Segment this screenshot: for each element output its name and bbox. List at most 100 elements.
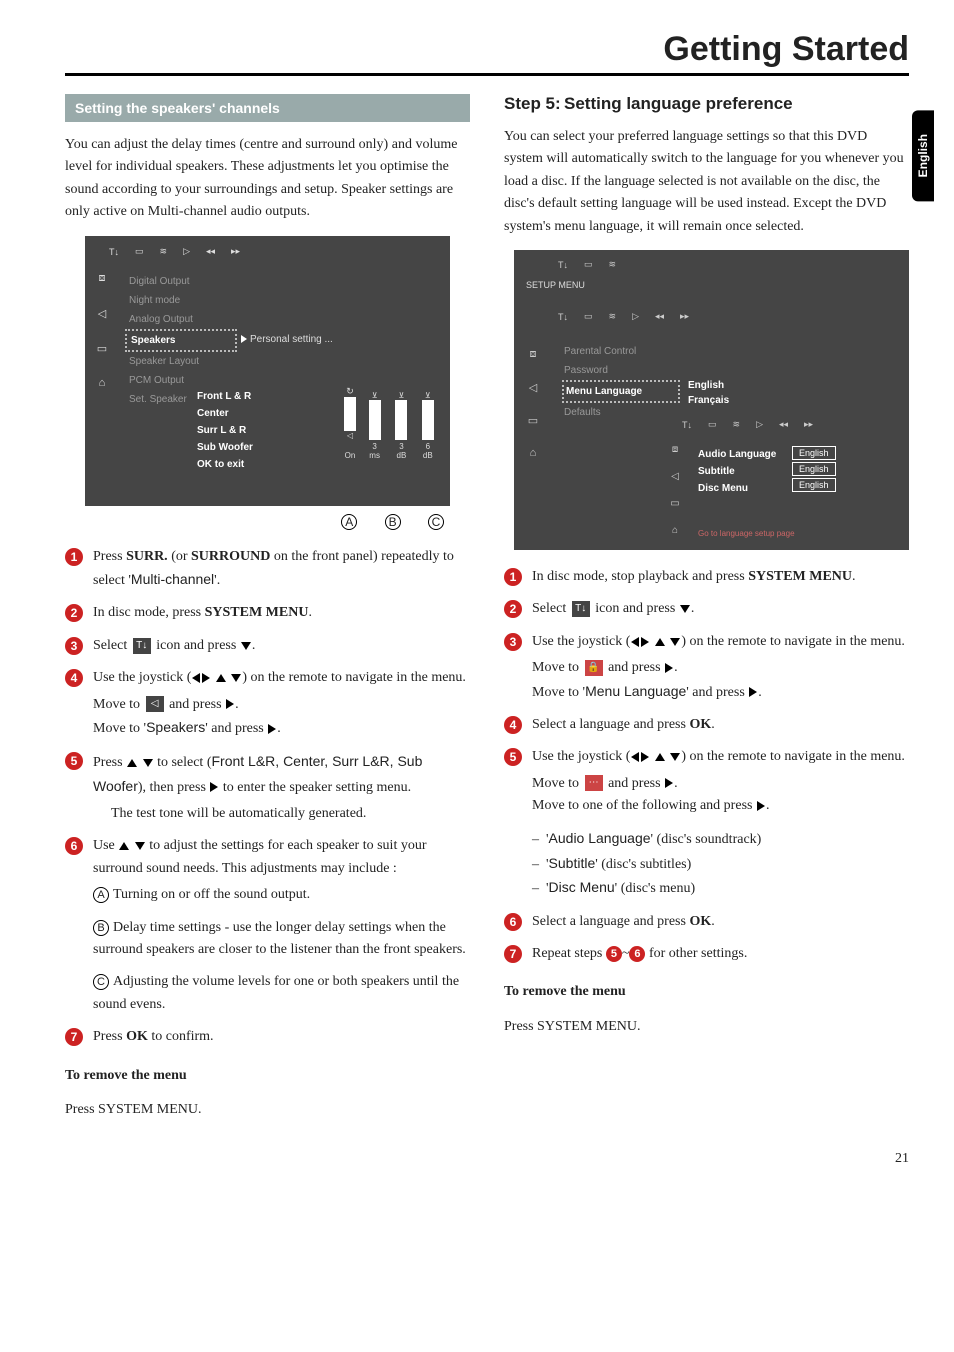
right-column: Step 5:Setting language preference You c… [504, 94, 909, 1133]
gauge-label: 6 dB [416, 442, 440, 460]
callout-letter: A [341, 514, 357, 530]
right-arrow-icon [202, 673, 210, 683]
submenu-item: OK to exit [197, 456, 253, 473]
callout-icon: A [93, 887, 109, 903]
down-arrow-icon [680, 605, 690, 613]
down-arrow-icon [231, 674, 241, 682]
right-arrow-icon [210, 782, 218, 792]
figure-right-label: Personal setting ... [241, 334, 333, 345]
remove-menu-heading: To remove the menu [504, 981, 909, 1003]
figure-submenu: Front L & R Center Surr L & R Sub Woofer… [197, 388, 253, 473]
right-arrow-icon [226, 699, 234, 709]
page-number: 21 [65, 1151, 909, 1167]
right-arrow-icon [665, 778, 673, 788]
right-arrow-icon [641, 752, 649, 762]
subtitle-icon: ⋯ [585, 775, 603, 791]
figure-sidebar: ⧈◁▭⌂ [524, 348, 542, 459]
right-arrow-icon [641, 637, 649, 647]
chapter-title: Getting Started [65, 30, 909, 76]
toolbar-screen-icon: ▭ [135, 246, 144, 257]
step-item: In disc mode, stop playback and press SY… [504, 566, 909, 588]
down-arrow-icon [670, 753, 680, 761]
menu-item: Speaker Layout [125, 352, 237, 371]
tool-icon: T↓ [133, 638, 151, 654]
figure-toolbar: T↓▭≋ [558, 258, 616, 272]
left-arrow-icon [192, 673, 200, 683]
toolbar-play-icon: ▷ [183, 246, 190, 257]
sidebar-speaker-icon: ◁ [98, 307, 106, 320]
menu-item-selected: Menu Language [562, 380, 680, 403]
step-note: The test tone will be automatically gene… [111, 803, 470, 825]
step-item: Use the joystick ( ) on the remote to na… [504, 746, 909, 900]
step-item: Select T↓ icon and press . [504, 598, 909, 620]
submenu-item: Front L & R [197, 388, 253, 405]
remove-menu-body: Press SYSTEM MENU. [504, 1016, 909, 1038]
step-item: Press to select (Front L&R, Center, Surr… [65, 750, 470, 825]
down-arrow-icon [241, 642, 251, 650]
figure-toolbar: T↓ ▭ ≋ ▷ ◂◂ ▸▸ [109, 244, 442, 260]
intro-paragraph: You can adjust the delay times (centre a… [65, 134, 470, 224]
figure-sidebar: ⧈◁▭⌂ [668, 444, 682, 536]
sidebar-subtitle-icon: ▭ [97, 342, 107, 355]
menu-item: Digital Output [125, 272, 237, 291]
section-heading: Setting the speakers' channels [65, 94, 470, 122]
lang-value: English [792, 478, 836, 492]
figure-lang-list: Audio Language Subtitle Disc Menu [698, 446, 776, 497]
up-arrow-icon [127, 759, 137, 767]
figure-menu: Parental Control Password Menu Language … [562, 342, 680, 422]
language-tab: English [912, 110, 934, 201]
step-item: Select a language and press OK. [504, 714, 909, 736]
sidebar-home-icon: ⌂ [99, 377, 106, 389]
menu-item: Defaults [562, 403, 680, 422]
toolbar-sound-icon: ≋ [160, 246, 168, 257]
gauge-label: 3 ms [362, 442, 387, 460]
callout-letter: C [428, 514, 444, 530]
submenu-item: Surr L & R [197, 422, 253, 439]
left-column: Setting the speakers' channels You can a… [65, 94, 470, 1133]
toolbar-fwd-icon: ▸▸ [231, 246, 240, 257]
up-arrow-icon [216, 674, 226, 682]
submenu-item: Center [197, 405, 253, 422]
figure-lang-values: English English English [792, 446, 836, 494]
menu-item: Password [562, 361, 680, 380]
option-item: English [688, 378, 729, 393]
up-arrow-icon [119, 842, 129, 850]
step-item: In disc mode, press SYSTEM MENU. [65, 602, 470, 624]
lang-list-item: Subtitle [698, 463, 776, 480]
setup-label: SETUP MENU [526, 280, 585, 290]
sidebar-person-icon: ⧈ [99, 272, 106, 285]
gauge-label: 3 dB [389, 442, 413, 460]
down-arrow-icon [143, 759, 153, 767]
step-item: Press OK to confirm. [65, 1026, 470, 1048]
submenu-item: Sub Woofer [197, 439, 253, 456]
step-ref-icon: 6 [629, 946, 645, 962]
right-arrow-icon [268, 724, 276, 734]
down-arrow-icon [670, 638, 680, 646]
figure-gauges: ↻◁ ⊻ ⊻ ⊻ On 3 ms 3 dB 6 dB [338, 384, 442, 468]
figure-callouts: A B C [85, 514, 444, 530]
lang-list-item: Audio Language [698, 446, 776, 463]
step-item: Press SURR. (or SURROUND on the front pa… [65, 546, 470, 593]
left-arrow-icon [631, 752, 639, 762]
speaker-setup-figure: T↓ ▭ ≋ ▷ ◂◂ ▸▸ ⧈ ◁ ▭ ⌂ Digital Output Ni… [85, 236, 450, 506]
up-arrow-icon [655, 753, 665, 761]
gauge-label: On [340, 442, 360, 460]
lang-list-item: Disc Menu [698, 480, 776, 497]
toolbar-rew-icon: ◂◂ [206, 246, 215, 257]
callout-letter: B [385, 514, 401, 530]
figure-options: English Français [688, 378, 729, 408]
menu-item: Analog Output [125, 310, 237, 329]
speaker-icon: ◁ [146, 696, 164, 712]
step-heading: Step 5:Setting language preference [504, 94, 909, 114]
remove-menu-heading: To remove the menu [65, 1065, 470, 1087]
figure-note: Go to language setup page [698, 529, 795, 538]
menu-item: Parental Control [562, 342, 680, 361]
menu-item-selected: Speakers [125, 329, 237, 352]
language-setup-figure: T↓▭≋ SETUP MENU T↓▭≋▷◂◂▸▸ ⧈◁▭⌂ Parental … [514, 250, 909, 550]
right-arrow-icon [757, 801, 765, 811]
step-item: Select a language and press OK. [504, 911, 909, 933]
lock-icon: 🔒 [585, 660, 603, 676]
toolbar-tool-icon: T↓ [109, 247, 119, 257]
option-item: Français [688, 393, 729, 408]
menu-item: Night mode [125, 291, 237, 310]
